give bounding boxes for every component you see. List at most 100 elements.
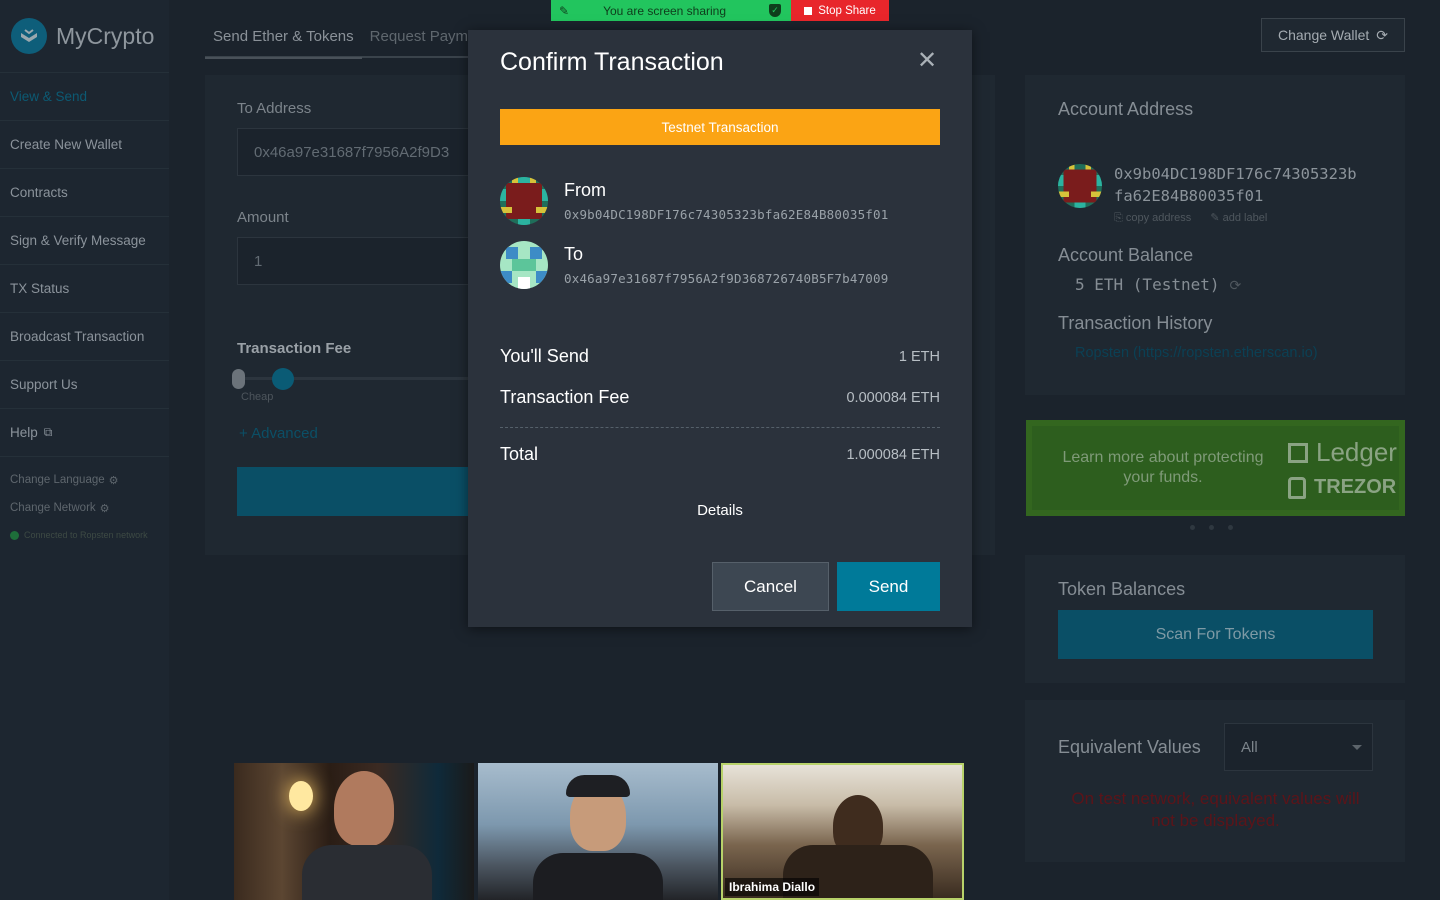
participant-cap <box>566 775 630 797</box>
external-link-icon: ⧉ <box>43 425 53 439</box>
change-language-link[interactable]: Change Language ⚙ <box>0 466 169 494</box>
sidebar-item-sign-verify[interactable]: Sign & Verify Message <box>0 216 169 264</box>
scan-tokens-button[interactable]: Scan For Tokens <box>1058 610 1373 659</box>
details-toggle[interactable]: Details <box>468 502 972 519</box>
amount-input[interactable]: 1 <box>237 237 487 285</box>
screen-share-status[interactable]: ✎ You are screen sharing ✓ <box>551 0 791 21</box>
stop-share-button[interactable]: Stop Share <box>791 0 889 21</box>
account-address: 0x9b04DC198DF176c74305323bfa62E84B80035f… <box>1114 165 1357 205</box>
change-language-label: Change Language <box>10 474 105 486</box>
fee-cheap-label: Cheap <box>241 391 274 403</box>
promo-brands: Ledger TREZOR <box>1288 437 1397 499</box>
participant-head <box>334 771 394 846</box>
logo-text: MyCrypto <box>56 22 155 49</box>
modal-title: Confirm Transaction <box>500 48 724 76</box>
add-label-label: add label <box>1222 212 1268 224</box>
status-dot-icon <box>10 530 19 540</box>
video-tile-participant-3[interactable]: Ibrahima Diallo <box>721 763 964 900</box>
tab-request-payment[interactable]: Request Paym <box>362 18 476 59</box>
gear-icon: ⚙ <box>108 474 119 487</box>
sidebar-item-label: Broadcast Transaction <box>10 329 145 344</box>
cancel-button[interactable]: Cancel <box>712 562 829 611</box>
sidebar-item-view-send[interactable]: View & Send <box>0 72 169 120</box>
select-value: All <box>1241 738 1258 756</box>
tab-bar: Send Ether & Tokens Request Paym <box>205 18 476 59</box>
sidebar-item-contracts[interactable]: Contracts <box>0 168 169 216</box>
refresh-icon: ⟳ <box>1376 26 1389 43</box>
video-tile-participant-1[interactable] <box>234 763 474 900</box>
logo[interactable]: MyCrypto <box>0 0 169 72</box>
sidebar-item-broadcast[interactable]: Broadcast Transaction <box>0 312 169 360</box>
sidebar-item-label: TX Status <box>10 281 70 296</box>
tab-send-ether[interactable]: Send Ether & Tokens <box>205 18 362 59</box>
trezor-logo: TREZOR <box>1288 476 1397 499</box>
refresh-icon[interactable]: ⟳ <box>1230 278 1242 294</box>
send-amount-label: You'll Send <box>500 346 589 366</box>
hardware-wallet-promo[interactable]: Learn more about protecting your funds. … <box>1026 420 1405 516</box>
summary-row-total: Total 1.000084 ETH <box>500 444 940 465</box>
sidebar-item-label: Create New Wallet <box>10 137 123 152</box>
send-button[interactable]: Send <box>837 562 940 611</box>
summary-row-fee: Transaction Fee 0.000084 ETH <box>500 387 940 408</box>
participant-name-tag: Ibrahima Diallo <box>725 878 820 896</box>
send-transaction-button[interactable] <box>237 467 487 516</box>
promo-text: Learn more about protecting your funds. <box>1062 449 1264 486</box>
etherscan-link[interactable]: Ropsten (https://ropsten.etherscan.io) <box>1075 345 1318 361</box>
ledger-text: Ledger <box>1316 437 1397 467</box>
network-status: Connected to Ropsten network <box>0 522 169 548</box>
sidebar: MyCrypto View & Send Create New Wallet C… <box>0 0 169 900</box>
advanced-link[interactable]: + Advanced <box>239 425 318 442</box>
carousel-dot[interactable] <box>1228 525 1233 530</box>
shield-check-icon: ✓ <box>769 4 781 17</box>
sidebar-item-label: Help <box>10 425 38 440</box>
account-actions: ⎘ copy address ✎ add label <box>1114 211 1283 225</box>
sidebar-item-tx-status[interactable]: TX Status <box>0 264 169 312</box>
ledger-icon <box>1288 442 1308 463</box>
account-balance: 5 ETH (Testnet) ⟳ <box>1075 275 1241 294</box>
sidebar-item-label: Contracts <box>10 185 68 200</box>
equivalent-values-select[interactable]: All <box>1224 723 1373 771</box>
fee-amount-value: 0.000084 ETH <box>846 389 940 406</box>
token-balances-heading: Token Balances <box>1058 579 1186 599</box>
change-wallet-label: Change Wallet <box>1277 27 1370 43</box>
summary-row-send: You'll Send 1 ETH <box>500 346 940 367</box>
equivalent-values-warning: On test network, equivalent values will … <box>1071 789 1360 830</box>
sidebar-item-help[interactable]: Help ⧉ <box>0 408 169 456</box>
fee-amount-label: Transaction Fee <box>500 387 630 407</box>
add-label-link[interactable]: ✎ add label <box>1210 212 1275 224</box>
change-wallet-button[interactable]: Change Wallet ⟳ <box>1261 18 1405 52</box>
trezor-lock-icon <box>1288 476 1306 499</box>
sidebar-item-create-wallet[interactable]: Create New Wallet <box>0 120 169 168</box>
trezor-text: TREZOR <box>1314 476 1397 498</box>
fee-slider-min-handle[interactable] <box>232 369 245 389</box>
copy-address-link[interactable]: ⎘ copy address <box>1114 212 1199 224</box>
to-address: 0x46a97e31687f7956A2f9D368726740B5F7b470… <box>564 271 889 286</box>
divider <box>500 427 940 428</box>
send-amount-value: 1 ETH <box>898 348 940 365</box>
to-identicon <box>500 241 548 289</box>
sidebar-item-label: View & Send <box>10 89 88 104</box>
to-label: To <box>564 244 584 264</box>
carousel-dots[interactable] <box>1190 525 1233 530</box>
carousel-dot[interactable] <box>1209 525 1214 530</box>
change-network-link[interactable]: Change Network ⚙ <box>0 494 169 522</box>
account-balance-heading: Account Balance <box>1058 245 1194 265</box>
sidebar-item-support[interactable]: Support Us <box>0 360 169 408</box>
stop-share-label: Stop Share <box>818 4 876 17</box>
annotate-icon[interactable]: ✎ <box>559 4 569 18</box>
account-address-heading: Account Address <box>1058 99 1194 119</box>
transaction-history-heading: Transaction History <box>1058 313 1213 333</box>
sidebar-item-label: Support Us <box>10 377 78 392</box>
close-icon[interactable]: ✕ <box>916 49 938 73</box>
to-address-input[interactable]: 0x46a97e31687f7956A2f9D3 <box>237 128 487 176</box>
change-network-label: Change Network <box>10 502 96 514</box>
video-tile-participant-2[interactable] <box>478 763 718 900</box>
fee-slider-handle[interactable] <box>272 368 294 390</box>
lamp-light <box>289 781 313 811</box>
chevron-down-icon <box>1352 745 1362 750</box>
screen-share-bar: ✎ You are screen sharing ✓ Stop Share <box>551 0 889 21</box>
screen-share-text: You are screen sharing <box>603 3 727 18</box>
stop-icon <box>804 6 813 15</box>
balance-value: 5 ETH (Testnet) <box>1075 275 1220 294</box>
carousel-dot[interactable] <box>1190 525 1195 530</box>
